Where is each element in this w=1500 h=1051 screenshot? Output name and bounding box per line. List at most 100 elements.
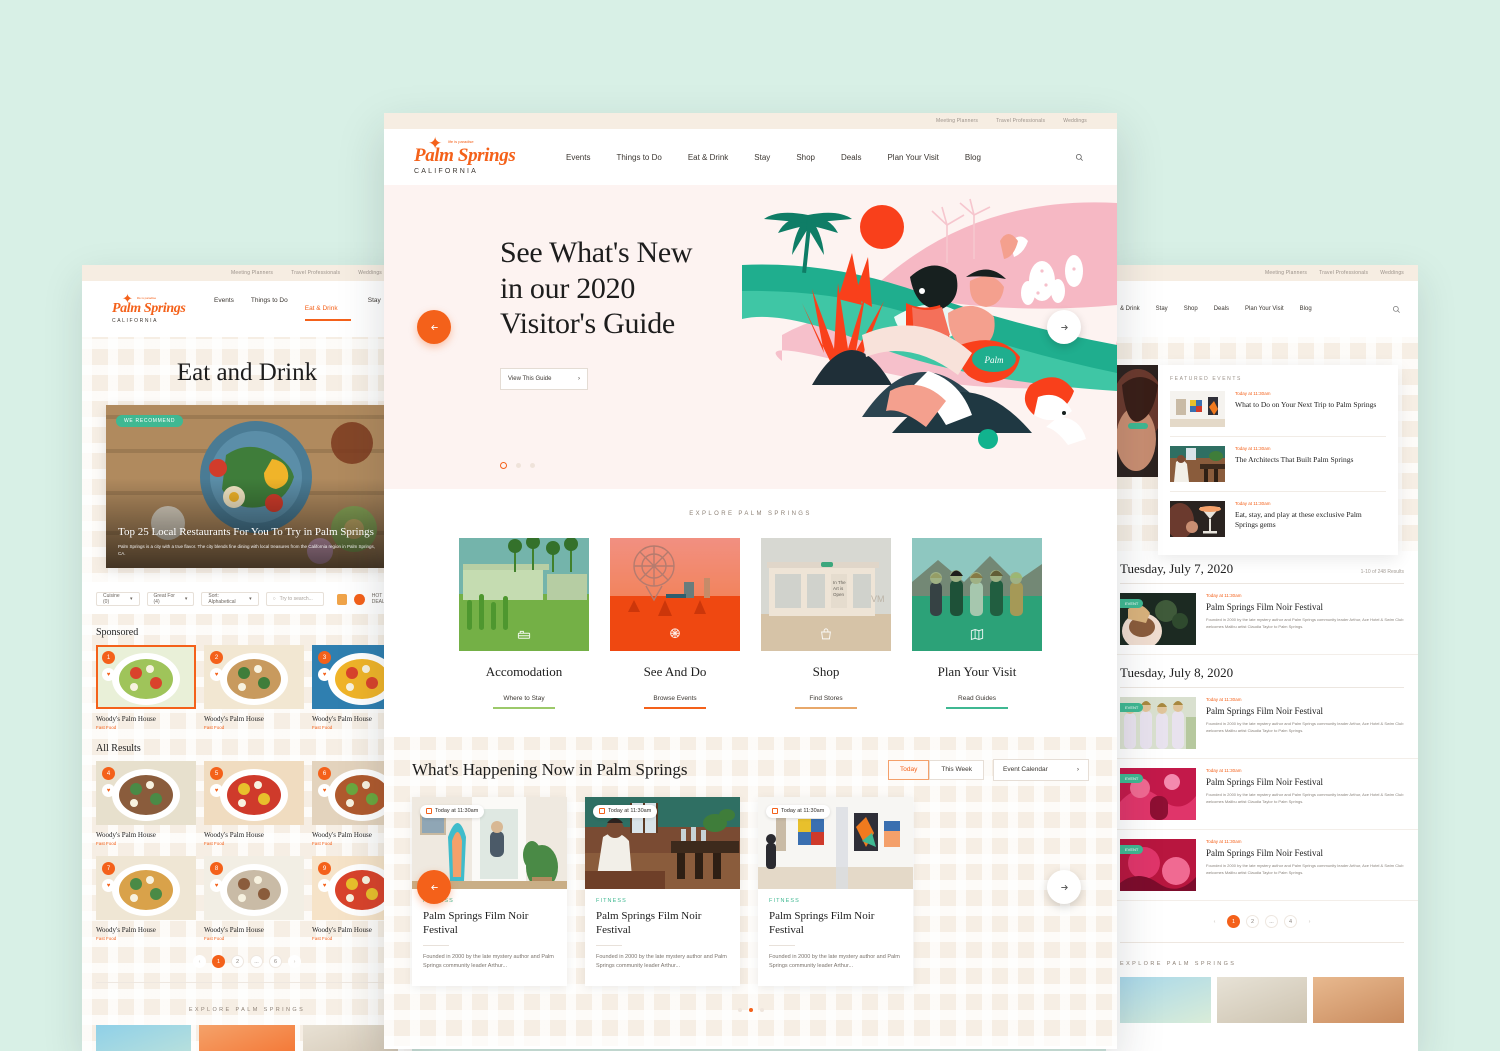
nav-item-events[interactable]: Events [566,153,590,162]
footer-tile[interactable] [1313,977,1405,1023]
utility-nav-item[interactable]: Travel Professionals [996,118,1045,124]
event-list-row[interactable]: EVENT Today at 11:30am Palm Springs Film… [1106,830,1418,901]
event-card[interactable]: Today at 11:30am FITNESS Palm Springs Fi… [585,796,740,986]
nav-item-stay[interactable]: Stay [368,297,381,321]
featured-event-row[interactable]: Today at 11:30am What to Do on Your Next… [1170,382,1386,437]
homepage-screen[interactable]: Meeting Planners Travel Professionals We… [384,113,1117,1049]
favorite-icon[interactable]: ♥ [210,784,223,797]
pagination-page[interactable]: 6 [269,955,282,968]
footer-tile[interactable] [1120,977,1211,1023]
carousel-dot[interactable] [516,463,521,468]
favorite-icon[interactable]: ♥ [318,668,331,681]
carousel-dot-active[interactable] [500,462,507,469]
map-toggle-button[interactable] [337,593,348,605]
filter-great-for[interactable]: Great For (4) ▾ [146,592,195,606]
search-input[interactable]: ○ Try to search... [265,592,325,606]
carousel-dot-active[interactable] [748,1008,753,1012]
utility-nav-item[interactable]: Meeting Planners [231,270,273,276]
favorite-icon[interactable]: ♥ [318,879,331,892]
restaurant-card[interactable]: 7 ♥ Woody's Palm House Fast Food [96,856,196,941]
nav-item-stay[interactable]: Stay [1156,306,1168,312]
utility-nav-item[interactable]: Meeting Planners [936,118,978,124]
nav-item-plan-your-visit[interactable]: Plan Your Visit [1245,306,1284,312]
featured-article-card[interactable]: WE RECOMMEND Top 25 Local Restaurants Fo… [106,405,388,568]
filter-today[interactable]: Today [888,759,930,780]
explore-card-cta[interactable]: Browse Events [610,687,740,709]
filter-this-week[interactable]: This Week [929,759,984,780]
restaurant-card[interactable]: 5 ♥ Woody's Palm House Fast Food [204,761,304,846]
restaurant-card[interactable]: 2 ♥ Woody's Palm House Fast Food [204,645,304,730]
explore-card[interactable]: In The Art is Open VM Shop Find Stores [761,538,891,709]
search-button[interactable] [1388,301,1404,317]
search-button[interactable] [1071,149,1087,165]
eat-and-drink-screen[interactable]: Meeting Planners Travel Professionals We… [82,265,412,1051]
nav-item-eat-drink[interactable]: Eat & Drink [305,305,338,312]
restaurant-card[interactable]: 1 ♥ Woody's Palm House Fast Food [96,645,196,730]
hot-deals-icon[interactable] [354,593,365,605]
utility-nav-item[interactable]: Weddings [1380,270,1404,276]
nav-item-stay[interactable]: Stay [754,153,770,162]
utility-nav-item[interactable]: Meeting Planners [1265,270,1307,276]
filter-cuisine[interactable]: Cuisine (0) ▾ [96,592,140,606]
pagination-arrow[interactable]: ‹ [1208,915,1221,928]
utility-nav-item[interactable]: Travel Professionals [1319,270,1368,276]
nav-item-shop[interactable]: Shop [1184,306,1198,312]
nav-item-deals[interactable]: Deals [1214,306,1229,312]
hero-prev-button[interactable] [417,310,451,344]
featured-event-row[interactable]: Today at 11:30am The Architects That Bui… [1170,437,1386,492]
event-calendar-button[interactable]: Event Calendar › [993,758,1089,781]
pagination-arrow[interactable]: › [1303,915,1316,928]
event-list-row[interactable]: EVENT Today at 11:30am Palm Springs Film… [1106,688,1418,759]
pagination-arrow[interactable]: ‹ [193,955,206,968]
nav-item-blog[interactable]: Blog [1300,306,1312,312]
site-logo[interactable]: ✦ life is paradise Palm Springs CALIFORN… [112,292,192,324]
restaurant-card[interactable]: 8 ♥ Woody's Palm House Fast Food [204,856,304,941]
event-list-row[interactable]: EVENT Today at 11:30am Palm Springs Film… [1106,759,1418,830]
pagination-page[interactable]: 1 [212,955,225,968]
favorite-icon[interactable]: ♥ [318,784,331,797]
view-guide-button[interactable]: View This Guide › [500,368,588,391]
event-card[interactable]: Today at 11:30am FITNESS Palm Springs Fi… [758,796,913,986]
filter-sort[interactable]: Sort: Alphabetical ▾ [201,592,259,606]
footer-tile[interactable] [1216,977,1308,1023]
pagination-page[interactable]: 2 [1246,915,1259,928]
pagination-page[interactable]: 1 [1227,915,1240,928]
explore-card-cta[interactable]: Read Guides [912,687,1042,709]
favorite-icon[interactable]: ♥ [210,879,223,892]
footer-tile[interactable] [96,1025,192,1051]
nav-item-events[interactable]: Events [214,297,234,321]
carousel-dot[interactable] [530,463,535,468]
restaurant-card[interactable]: 4 ♥ Woody's Palm House Fast Food [96,761,196,846]
utility-nav-item[interactable]: Weddings [1063,118,1087,124]
explore-card[interactable]: See And Do Browse Events [610,538,740,709]
nav-item-eat-drink[interactable]: & Drink [1120,306,1140,312]
favorite-icon[interactable]: ♥ [210,668,223,681]
events-prev-button[interactable] [417,870,451,904]
utility-nav-item[interactable]: Weddings [358,270,382,276]
explore-card[interactable]: Plan Your Visit Read Guides [912,538,1042,709]
event-list-row[interactable]: EVENT Today at 11:30am Palm Springs Film… [1106,584,1418,655]
nav-item-deals[interactable]: Deals [841,153,861,162]
nav-item-shop[interactable]: Shop [796,153,815,162]
carousel-dot[interactable] [759,1008,764,1012]
nav-item-blog[interactable]: Blog [965,153,981,162]
favorite-icon[interactable]: ♥ [102,668,115,681]
pagination-page[interactable]: 2 [231,955,244,968]
explore-card-cta[interactable]: Where to Stay [459,687,589,709]
pagination-page[interactable]: ... [1265,915,1278,928]
pagination-arrow[interactable]: › [288,955,301,968]
favorite-icon[interactable]: ♥ [102,879,115,892]
pagination-page[interactable]: 4 [1284,915,1297,928]
events-next-button[interactable] [1047,870,1081,904]
featured-event-row[interactable]: Today at 11:30am Eat, stay, and play at … [1170,492,1386,546]
favorite-icon[interactable]: ♥ [102,784,115,797]
nav-item-things-to-do[interactable]: Things to Do [251,297,288,321]
footer-tile[interactable] [199,1025,295,1051]
utility-nav-item[interactable]: Travel Professionals [291,270,340,276]
hero-next-button[interactable] [1047,310,1081,344]
explore-card[interactable]: Accomodation Where to Stay [459,538,589,709]
explore-card-cta[interactable]: Find Stores [761,687,891,709]
nav-item-plan-your-visit[interactable]: Plan Your Visit [887,153,938,162]
nav-item-things-to-do[interactable]: Things to Do [616,153,661,162]
pagination-page[interactable]: ... [250,955,263,968]
